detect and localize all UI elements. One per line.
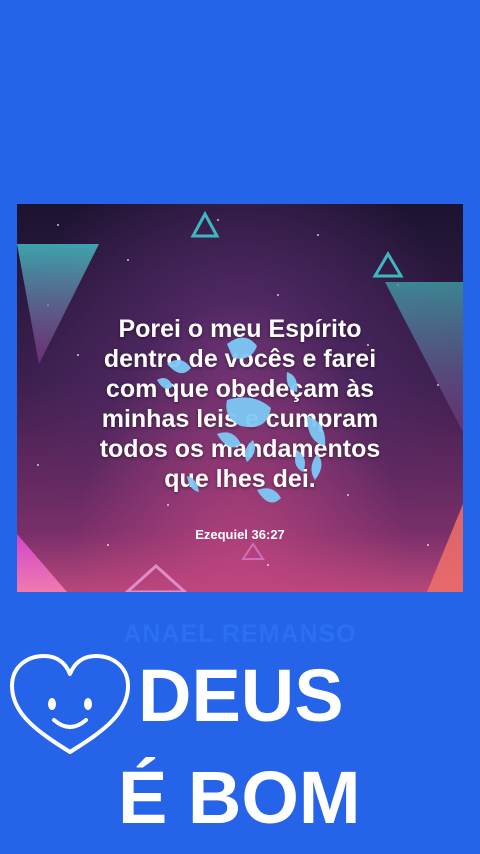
author-name: ANAEL REMANSO — [123, 620, 357, 648]
headline-line-2: É BOM — [118, 756, 361, 839]
verse-text: Porei o meu Espírito dentro de vocês e f… — [17, 314, 463, 494]
verse-card: Porei o meu Espírito dentro de vocês e f… — [17, 204, 463, 592]
verse-line: Porei o meu Espírito — [118, 315, 362, 343]
verse-reference: Ezequiel 36:27 — [195, 527, 285, 542]
smiling-heart-icon — [10, 654, 130, 754]
verse-line: minhas leis e cumpram — [101, 405, 379, 433]
headline-line-1: DEUS — [138, 654, 344, 737]
verse-line: que lhes dei. — [164, 465, 316, 493]
verse-line: todos os mandamentos — [99, 435, 381, 463]
verse-line: com que obedeçam às — [105, 375, 375, 403]
verse-line: dentro de vocês e farei — [103, 345, 377, 373]
